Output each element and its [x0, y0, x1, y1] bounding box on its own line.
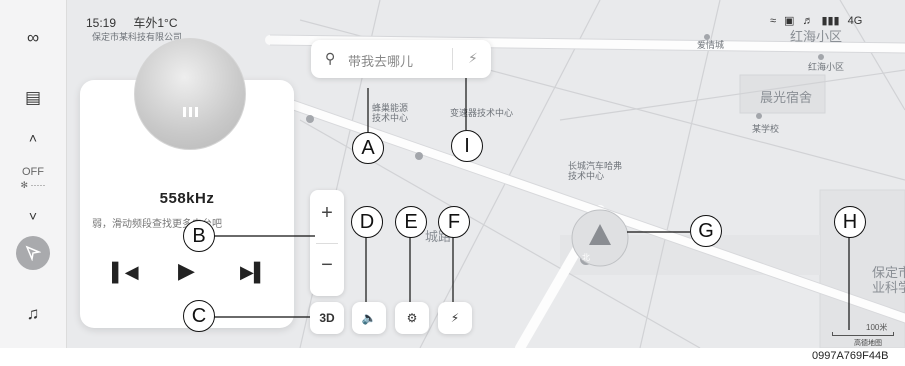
- callout-c: C: [183, 300, 215, 332]
- document-code: 0997A769F44B: [812, 350, 889, 362]
- callout-i: I: [451, 130, 483, 162]
- map-brand: 高德地图: [854, 340, 882, 347]
- callout-b: B: [183, 220, 215, 252]
- callout-a: A: [352, 132, 384, 164]
- callout-h: H: [834, 206, 866, 238]
- screen-frame: 保定市某科技有限公司 红海小区 红海小区 晨光宿舍 某学校 爱情城 蜂巢能源技术…: [0, 0, 905, 348]
- callout-g: G: [690, 215, 722, 247]
- callout-f: F: [438, 206, 470, 238]
- callout-lines: [214, 78, 850, 330]
- callout-d: D: [351, 206, 383, 238]
- callout-e: E: [395, 206, 427, 238]
- scale-bar: [832, 332, 894, 336]
